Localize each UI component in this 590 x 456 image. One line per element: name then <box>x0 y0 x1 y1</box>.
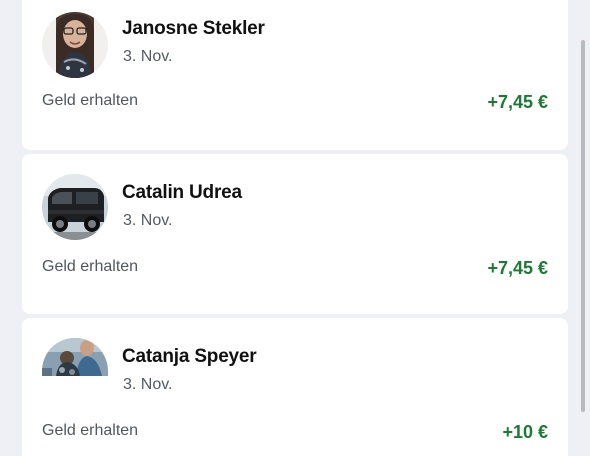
sender-name: Janosne Stekler <box>122 18 265 39</box>
scrollbar[interactable] <box>581 0 588 456</box>
transaction-item[interactable]: Janosne Stekler 3. Nov. Geld erhalten +7… <box>22 0 568 150</box>
transaction-type-label: Geld erhalten <box>42 422 139 439</box>
person-photo-avatar-icon <box>42 12 108 78</box>
transaction-amount: +7,45 € <box>487 92 548 112</box>
transaction-date: 3. Nov. <box>123 212 173 229</box>
transaction-type-label: Geld erhalten <box>42 258 139 275</box>
transaction-date: 3. Nov. <box>123 48 173 65</box>
transaction-amount: +7,45 € <box>487 258 548 278</box>
group-photo-avatar-icon <box>42 338 108 376</box>
transaction-item[interactable]: Catanja Speyer 3. Nov. Geld erhalten +10… <box>22 318 568 456</box>
avatar <box>42 338 108 376</box>
transaction-type-label: Geld erhalten <box>42 92 139 109</box>
van-photo-avatar-icon <box>42 174 108 240</box>
avatar <box>42 174 108 240</box>
transaction-item[interactable]: Catalin Udrea 3. Nov. Geld erhalten +7,4… <box>22 154 568 314</box>
transaction-date: 3. Nov. <box>123 376 173 393</box>
transaction-amount: +10 € <box>502 422 548 442</box>
avatar <box>42 12 108 78</box>
transaction-feed-page: Janosne Stekler 3. Nov. Geld erhalten +7… <box>0 0 590 456</box>
scrollbar-thumb[interactable] <box>581 40 585 412</box>
sender-name: Catanja Speyer <box>122 346 257 367</box>
sender-name: Catalin Udrea <box>122 182 242 203</box>
